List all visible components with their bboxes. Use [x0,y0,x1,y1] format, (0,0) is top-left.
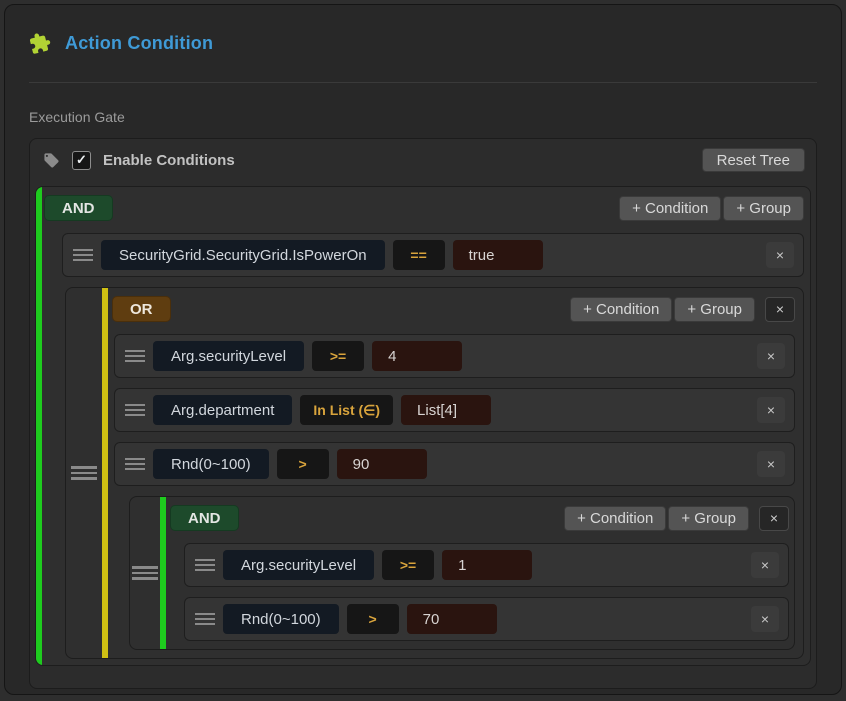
drag-handle-icon[interactable] [132,566,158,580]
group-header: AND + Condition + Group × [170,505,789,531]
drag-handle-icon[interactable] [195,559,215,571]
condition-row: Rnd(0~100) > 70 × [184,597,789,641]
execution-gate-label: Execution Gate [29,109,817,125]
condition-value[interactable]: true [453,240,543,270]
checkmark-icon: ✓ [76,152,87,168]
condition-operator[interactable]: > [347,604,399,634]
condition-field[interactable]: SecurityGrid.SecurityGrid.IsPowerOn [101,240,385,270]
operator-badge-and[interactable]: AND [170,505,239,531]
condition-row: Arg.securityLevel >= 1 × [184,543,789,587]
close-icon: × [770,510,778,526]
remove-condition-button[interactable]: × [757,343,785,369]
gate-header: ✓ Enable Conditions Reset Tree [35,144,811,176]
close-icon: × [761,611,769,627]
condition-value[interactable]: 1 [442,550,532,580]
condition-operator[interactable]: >= [382,550,434,580]
group-drag-gutter [66,288,102,658]
condition-group-or: OR + Condition + Group × [65,287,804,659]
remove-group-button[interactable]: × [759,506,789,531]
close-icon: × [767,402,775,418]
condition-value[interactable]: List[4] [401,395,491,425]
enable-conditions-label: Enable Conditions [103,152,235,169]
close-icon: × [767,456,775,472]
close-icon: × [761,557,769,573]
close-icon: × [776,247,784,263]
drag-handle-icon[interactable] [195,613,215,625]
add-group-button[interactable]: + Group [723,196,804,221]
condition-value[interactable]: 70 [407,604,497,634]
condition-field[interactable]: Arg.securityLevel [223,550,374,580]
condition-operator[interactable]: > [277,449,329,479]
page-title: Action Condition [65,33,213,54]
drag-handle-icon[interactable] [125,350,145,362]
condition-operator[interactable]: >= [312,341,364,371]
add-condition-button[interactable]: + Condition [570,297,672,322]
condition-operator[interactable]: In List (∈) [300,395,393,425]
drag-handle-icon[interactable] [73,249,93,261]
condition-value[interactable]: 4 [372,341,462,371]
add-group-button[interactable]: + Group [674,297,755,322]
remove-condition-button[interactable]: × [751,606,779,632]
remove-condition-button[interactable]: × [766,242,794,268]
add-condition-button[interactable]: + Condition [564,506,666,531]
drag-handle-icon[interactable] [71,466,97,480]
tag-icon [43,152,60,169]
inspector-window: Action Condition Execution Gate ✓ Enable… [4,4,842,695]
group-drag-gutter [130,497,160,649]
drag-handle-icon[interactable] [125,404,145,416]
close-icon: × [776,301,784,317]
condition-operator[interactable]: == [393,240,445,270]
execution-gate-panel: ✓ Enable Conditions Reset Tree AND + Con… [29,138,817,689]
puzzle-icon [27,30,54,57]
close-icon: × [767,348,775,364]
condition-group-root: AND + Condition + Group SecurityGrid.Sec… [35,186,811,666]
drag-handle-icon[interactable] [125,458,145,470]
condition-row: Rnd(0~100) > 90 × [114,442,795,486]
condition-field[interactable]: Arg.department [153,395,292,425]
group-header: OR + Condition + Group × [112,296,795,322]
condition-row: Arg.securityLevel >= 4 × [114,334,795,378]
condition-field[interactable]: Rnd(0~100) [223,604,339,634]
enable-conditions-checkbox[interactable]: ✓ [72,151,91,170]
condition-row: Arg.department In List (∈) List[4] × [114,388,795,432]
remove-group-button[interactable]: × [765,297,795,322]
condition-field[interactable]: Rnd(0~100) [153,449,269,479]
header-divider [29,82,817,83]
reset-tree-button[interactable]: Reset Tree [702,148,805,172]
condition-field[interactable]: Arg.securityLevel [153,341,304,371]
add-condition-button[interactable]: + Condition [619,196,721,221]
condition-row: SecurityGrid.SecurityGrid.IsPowerOn == t… [62,233,804,277]
condition-value[interactable]: 90 [337,449,427,479]
operator-badge-or[interactable]: OR [112,296,171,322]
add-group-button[interactable]: + Group [668,506,749,531]
remove-condition-button[interactable]: × [757,451,785,477]
component-header: Action Condition [29,31,817,55]
condition-group-and: AND + Condition + Group × [129,496,795,650]
remove-condition-button[interactable]: × [757,397,785,423]
group-header: AND + Condition + Group [44,195,804,221]
remove-condition-button[interactable]: × [751,552,779,578]
operator-badge-and[interactable]: AND [44,195,113,221]
